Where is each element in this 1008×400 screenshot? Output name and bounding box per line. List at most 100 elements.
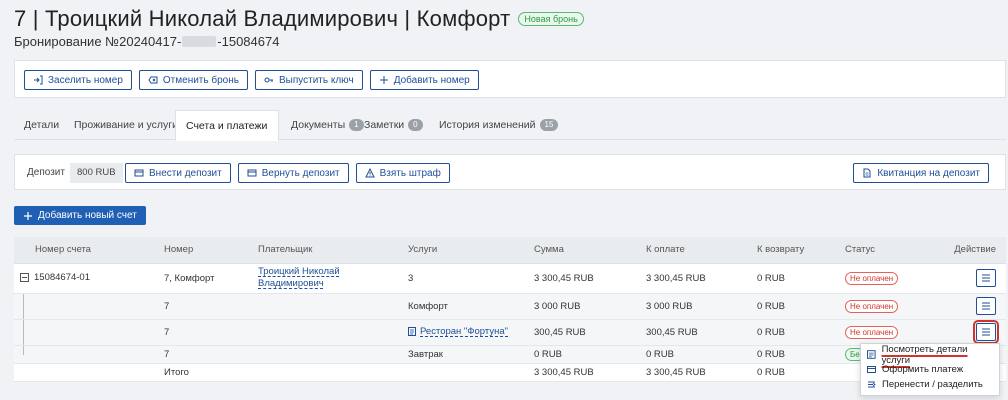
table-header-row: Номер счета Номер Плательщик Услуги Сумм… — [14, 237, 1006, 264]
table-total-row: Итого 3 300,45 RUB 3 300,45 RUB 0 RUB — [14, 363, 1006, 382]
wallet-icon — [134, 169, 144, 177]
tab-label: История изменений — [439, 119, 536, 131]
status-badge: Новая бронь — [518, 12, 584, 26]
to-pay-cell: 300,45 RUB — [646, 319, 757, 346]
sum-cell: 3 000 RUB — [534, 293, 646, 320]
table-row: 7 Ресторан "Фортуна" 300,45 RUB 300,45 R… — [14, 319, 1006, 346]
add-room-button[interactable]: Добавить номер — [369, 70, 479, 90]
menu-item-label: Перенести / разделить — [882, 379, 983, 390]
booking-number-prefix: Бронирование №20240417- — [14, 34, 182, 49]
add-deposit-button[interactable]: Внести депозит — [125, 163, 231, 183]
row-menu-button[interactable] — [976, 297, 996, 315]
table-row: 7 Комфорт 3 000 RUB 3 000 RUB 0 RUB Не о… — [14, 293, 1006, 320]
column-header: Сумма — [534, 237, 646, 264]
column-header: К возврату — [757, 237, 845, 264]
checkin-button[interactable]: Заселить номер — [24, 70, 132, 90]
add-account-button[interactable]: Добавить новый счет — [14, 206, 146, 225]
page-header: 7 | Троицкий Николай Владимирович | Комф… — [14, 6, 584, 32]
services-count: 3 — [408, 263, 534, 294]
tree-line — [23, 293, 24, 319]
menu-icon — [982, 274, 990, 282]
booking-number: Бронирование №20240417- -15084674 — [14, 34, 279, 49]
account-number: 15084674-01 — [34, 271, 90, 283]
tab-label: Заметки — [364, 119, 405, 131]
tab-label: Проживание и услуги — [74, 119, 178, 131]
collapse-icon[interactable] — [20, 272, 29, 282]
column-header: Плательщик — [258, 237, 408, 264]
count-badge: 15 — [539, 119, 559, 131]
plus-icon — [379, 76, 388, 84]
receipt-icon — [867, 350, 876, 359]
row-context-menu: Посмотреть детали услуги Оформить платеж… — [860, 343, 1000, 396]
column-header: Номер — [164, 237, 258, 264]
room-cell: 7 — [164, 345, 258, 364]
total-label: Итого — [164, 363, 258, 382]
to-pay-cell: 3 000 RUB — [646, 293, 757, 320]
cancel-booking-label: Отменить бронь — [162, 74, 239, 86]
service-link[interactable]: Ресторан "Фортуна" — [420, 326, 508, 337]
tree-line — [23, 345, 24, 355]
tab-notes[interactable]: Заметки 0 — [354, 110, 433, 140]
menu-icon — [982, 302, 990, 310]
total-sum: 3 300,45 RUB — [534, 363, 646, 382]
table-row: 7 Завтрак 0 RUB 0 RUB 0 RUB Бе — [14, 345, 1006, 364]
total-to-pay: 3 300,45 RUB — [646, 363, 757, 382]
total-refund: 0 RUB — [757, 363, 845, 382]
key-icon — [264, 77, 273, 83]
row-menu-button-active[interactable] — [973, 320, 999, 344]
payer-link[interactable]: Троицкий Николай Владимирович — [258, 266, 348, 290]
refund-cell: 0 RUB — [757, 345, 845, 364]
status-badge: Не оплачен — [845, 271, 899, 285]
tab-history[interactable]: История изменений 15 — [429, 110, 568, 140]
room-cell: 7 — [164, 319, 258, 346]
table-row: 15084674-01 7, Комфорт Троицкий Николай … — [14, 263, 1006, 294]
tab-accounts-payments[interactable]: Счета и платежи — [175, 110, 279, 141]
sum-cell: 3 300,45 RUB — [534, 263, 646, 294]
login-icon — [34, 75, 43, 85]
sum-cell: 0 RUB — [534, 345, 646, 364]
take-fine-label: Взять штраф — [379, 167, 441, 179]
menu-item-label: Посмотреть детали услуги — [881, 343, 968, 366]
backspace-icon — [148, 76, 158, 84]
tab-stay-services[interactable]: Проживание и услуги — [64, 110, 188, 140]
status-badge: Не оплачен — [845, 299, 899, 313]
sum-cell: 300,45 RUB — [534, 319, 646, 346]
return-deposit-button[interactable]: Вернуть депозит — [237, 163, 349, 183]
split-icon — [868, 381, 876, 388]
page-title: 7 | Троицкий Николай Владимирович | Комф… — [14, 6, 511, 31]
to-pay-cell: 3 300,45 RUB — [646, 263, 757, 294]
count-badge: 0 — [408, 119, 423, 131]
wallet-icon — [867, 366, 876, 373]
room-cell: 7 — [164, 293, 258, 320]
row-menu-button[interactable] — [976, 269, 996, 287]
tab-details[interactable]: Детали — [14, 110, 69, 140]
booking-number-suffix: -15084674 — [217, 34, 280, 49]
tab-label: Детали — [24, 119, 60, 131]
column-header: Услуги — [408, 237, 534, 264]
issue-key-button[interactable]: Выпустить ключ — [254, 70, 363, 90]
add-deposit-label: Внести депозит — [149, 167, 222, 179]
menu-item-view-details[interactable]: Посмотреть детали услуги — [861, 344, 999, 366]
deposit-label: Депозит — [27, 167, 65, 178]
take-fine-button[interactable]: Взять штраф — [355, 163, 450, 183]
menu-item-move-split[interactable]: Перенести / разделить — [861, 377, 999, 392]
deposit-receipt-button[interactable]: Квитанция на депозит — [853, 163, 989, 183]
column-header: Статус — [845, 237, 945, 264]
status-badge: Не оплачен — [845, 325, 899, 339]
deposit-amount: 800 RUB — [70, 163, 123, 183]
checkin-label: Заселить номер — [48, 74, 123, 86]
issue-key-label: Выпустить ключ — [278, 74, 354, 86]
accounts-table: Номер счета Номер Плательщик Услуги Сумм… — [14, 237, 1006, 382]
add-account-label: Добавить новый счет — [38, 210, 137, 221]
deposit-receipt-label: Квитанция на депозит — [877, 167, 980, 179]
add-room-label: Добавить номер — [393, 74, 470, 86]
column-header: Действие — [945, 237, 1006, 264]
cancel-booking-button[interactable]: Отменить бронь — [138, 70, 248, 90]
refund-cell: 0 RUB — [757, 319, 845, 346]
document-icon — [863, 168, 871, 178]
wallet-icon — [247, 169, 257, 177]
tab-label: Счета и платежи — [186, 119, 268, 132]
refund-cell: 0 RUB — [757, 263, 845, 294]
tab-label: Документы — [291, 119, 346, 131]
warning-icon — [364, 168, 375, 178]
